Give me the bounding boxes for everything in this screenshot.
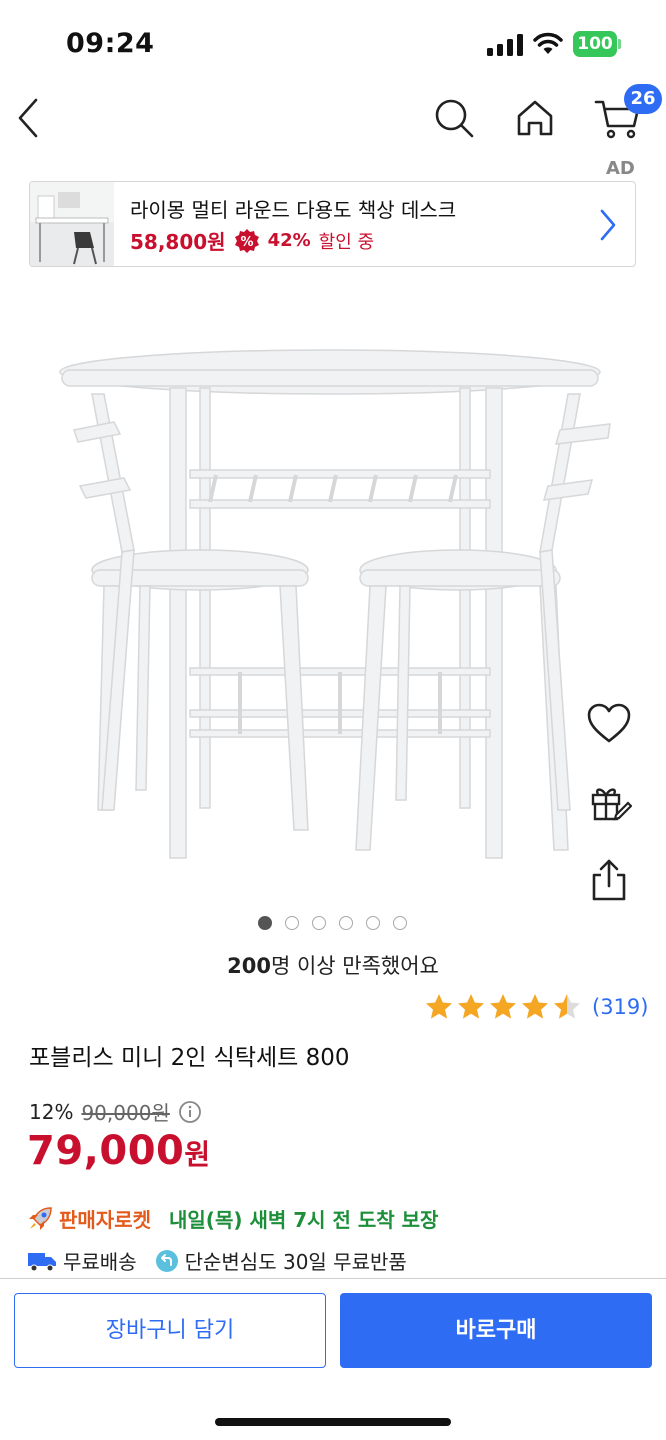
gift-icon[interactable] <box>586 779 632 825</box>
free-return-text: 단순변심도 30일 무료반품 <box>184 1250 407 1274</box>
rating-row[interactable]: (319) <box>424 992 648 1022</box>
status-bar: 09:24 100 <box>0 0 666 88</box>
ad-label: AD <box>606 158 635 179</box>
pager-dot[interactable] <box>339 916 353 930</box>
add-to-cart-button[interactable]: 장바구니 담기 <box>14 1293 326 1368</box>
bottom-bar-divider <box>0 1278 666 1279</box>
battery-indicator: 100 <box>573 31 621 57</box>
free-shipping-text: 무료배송 <box>63 1250 137 1274</box>
ad-title: 라이몽 멀티 라운드 다용도 책상 데스크 <box>130 198 457 222</box>
battery-tip <box>618 39 621 49</box>
svg-text:%: % <box>240 235 253 250</box>
chevron-right-icon <box>600 209 616 241</box>
pager-dot[interactable] <box>312 916 326 930</box>
arrival-guarantee: 내일(목) 새벽 7시 전 도착 보장 <box>169 1208 439 1232</box>
star-icon <box>554 994 580 1019</box>
image-pager <box>258 916 407 930</box>
discount-percent-icon: % <box>234 228 259 253</box>
pager-dot[interactable] <box>285 916 299 930</box>
sale-price: 79,000원 <box>27 1128 211 1174</box>
wifi-icon <box>533 32 563 54</box>
truck-icon <box>28 1252 56 1271</box>
ad-price-row: 58,800원 % 42% 할인 중 <box>130 226 374 255</box>
ad-discount-suffix: 할인 중 <box>318 231 375 253</box>
satisfaction-suffix: 명 이상 만족했어요 <box>270 954 439 978</box>
back-arrow-icon[interactable] <box>14 96 42 140</box>
star-icon <box>458 994 484 1019</box>
cellular-signal-icon <box>487 34 523 56</box>
search-icon[interactable] <box>432 96 476 140</box>
ad-product-thumbnail <box>30 182 114 266</box>
sale-price-unit: 원 <box>184 1138 211 1171</box>
star-icon <box>522 994 548 1019</box>
rocket-icon <box>29 1206 52 1230</box>
ad-banner[interactable]: 라이몽 멀티 라운드 다용도 책상 데스크 58,800원 % 42% 할인 중 <box>29 181 636 267</box>
cart-count-badge: 26 <box>624 84 662 114</box>
ad-price: 58,800원 <box>130 230 226 254</box>
discount-rate: 12% <box>29 1099 74 1124</box>
product-title: 포블리스 미니 2인 식탁세트 800 <box>29 1045 350 1071</box>
review-count[interactable]: (319) <box>592 995 648 1019</box>
top-navigation: 26 <box>0 84 666 148</box>
satisfaction-text: 200명 이상 만족했어요 <box>0 950 666 980</box>
star-icon <box>490 994 516 1019</box>
share-icon[interactable] <box>586 857 632 903</box>
sale-price-amount: 79,000 <box>27 1128 185 1174</box>
original-price: 90,000원 <box>81 1101 170 1125</box>
delivery-row: 판매자로켓 내일(목) 새벽 7시 전 도착 보장 <box>27 1204 438 1233</box>
star-icon <box>426 994 452 1019</box>
status-time: 09:24 <box>66 28 155 59</box>
return-icon <box>155 1249 178 1272</box>
home-icon[interactable] <box>513 96 557 140</box>
battery-level: 100 <box>573 31 617 57</box>
info-icon[interactable] <box>178 1100 202 1124</box>
price-meta: 12% 90,000원 <box>29 1097 202 1126</box>
ad-discount: 42% <box>267 230 311 251</box>
pager-dot[interactable] <box>393 916 407 930</box>
pager-dot[interactable] <box>366 916 380 930</box>
shipping-row: 무료배송 단순변심도 30일 무료반품 <box>27 1246 407 1275</box>
product-image[interactable] <box>40 330 630 890</box>
buy-now-button[interactable]: 바로구매 <box>340 1293 652 1368</box>
home-indicator <box>215 1418 451 1426</box>
pager-dot[interactable] <box>258 916 272 930</box>
heart-icon[interactable] <box>586 701 632 747</box>
seller-rocket-badge: 판매자로켓 <box>59 1208 151 1232</box>
satisfaction-count: 200 <box>227 954 271 978</box>
